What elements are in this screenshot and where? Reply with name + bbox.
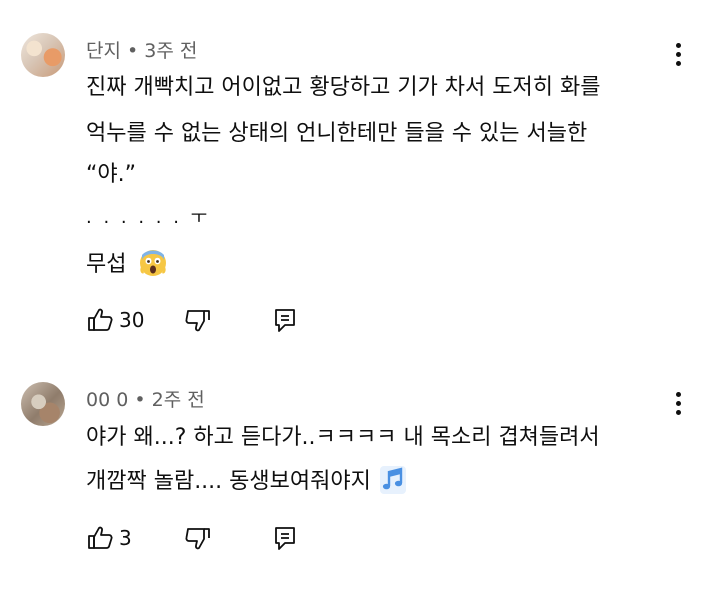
more-vertical-icon <box>676 43 681 48</box>
timestamp[interactable]: 2주 전 <box>152 389 205 411</box>
reply-icon <box>275 309 295 332</box>
thumbs-up-icon <box>88 308 113 331</box>
comment-text-line: . . . . . . ㅜ <box>86 207 211 228</box>
more-options-button[interactable] <box>668 41 690 71</box>
dislike-button[interactable] <box>184 305 212 335</box>
reply-icon <box>275 527 295 550</box>
comment-meta: 단지 • 3주 전 <box>86 36 197 63</box>
meta-separator: • <box>134 389 146 411</box>
more-options-button[interactable] <box>668 390 690 420</box>
avatar[interactable] <box>21 382 65 426</box>
dislike-button[interactable] <box>184 523 212 553</box>
thumbs-down-icon <box>185 528 210 550</box>
comment-text-line: 야가 왜...? 하고 듣다가..ㅋㅋㅋㅋ 내 목소리 겹쳐들려서 <box>86 425 600 450</box>
like-count: 30 <box>119 308 145 332</box>
comment-meta: 00 0 • 2주 전 <box>86 385 205 412</box>
comment-text-line: “야.” <box>86 162 137 187</box>
comment-text-line-with-emoji: 무섭 <box>86 249 167 284</box>
thumbs-down-icon <box>185 310 210 332</box>
comment-text: 무섭 <box>86 252 127 277</box>
comment-text-line-with-emoji: 개깜짝 놀람.... 동생보여줘야지 <box>86 466 406 501</box>
like-count: 3 <box>119 526 132 550</box>
reply-button[interactable] <box>272 523 298 553</box>
like-button[interactable]: 3 <box>86 523 132 553</box>
more-vertical-icon <box>676 392 681 397</box>
thumbs-up-icon <box>88 526 113 549</box>
timestamp[interactable]: 3주 전 <box>144 40 197 62</box>
comment-actions: 30 <box>86 305 346 335</box>
meta-separator: • <box>127 40 139 62</box>
comment-text-line: 억누를 수 없는 상태의 언니한테만 들을 수 있는 서늘한 <box>86 121 588 146</box>
musical-notes-icon <box>379 466 406 501</box>
author-name[interactable]: 단지 <box>86 40 121 62</box>
face-screaming-in-fear-icon <box>139 249 167 284</box>
like-button[interactable]: 30 <box>86 305 144 335</box>
author-name[interactable]: 00 0 <box>86 389 128 411</box>
avatar[interactable] <box>21 33 65 77</box>
comment-text-line: 진짜 개빡치고 어이없고 황당하고 기가 차서 도저히 화를 <box>86 75 601 100</box>
reply-button[interactable] <box>272 305 298 335</box>
comment-actions: 3 <box>86 523 346 553</box>
comment-text: 개깜짝 놀람.... 동생보여줘야지 <box>86 469 371 494</box>
